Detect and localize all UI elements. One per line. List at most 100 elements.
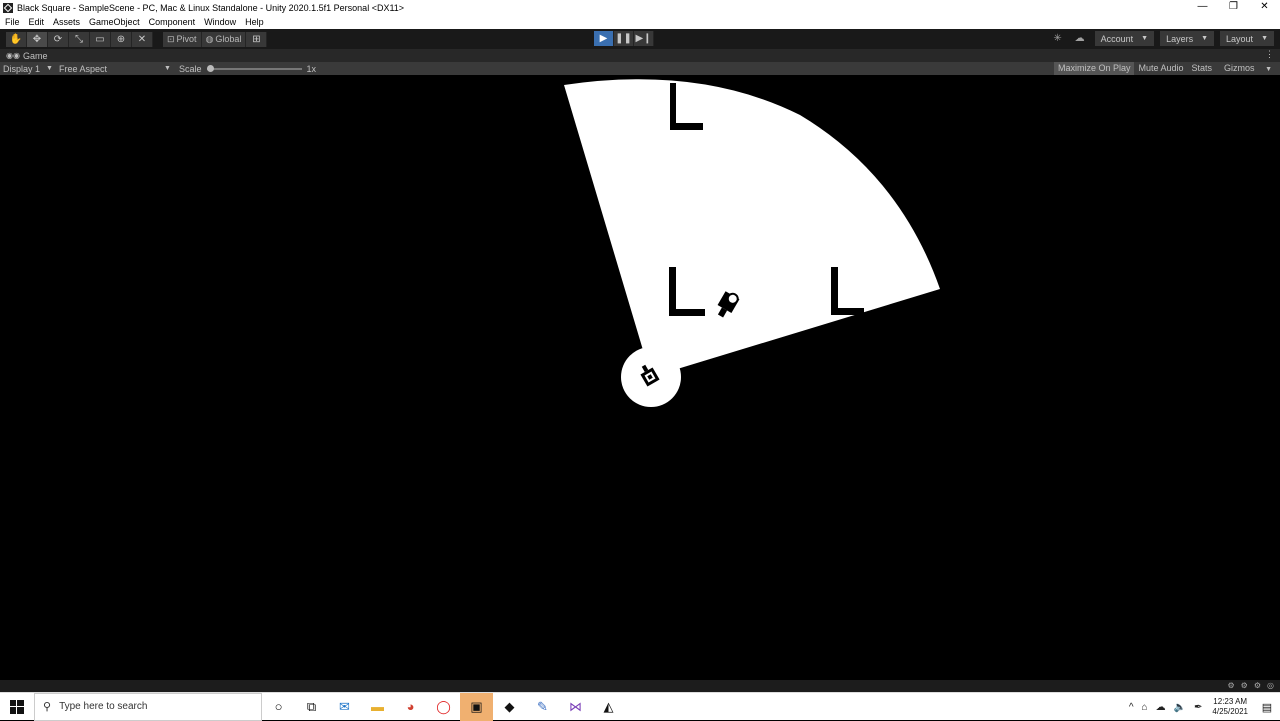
global-toggle[interactable]: ◍ Global [201, 31, 247, 47]
scale-slider-knob[interactable] [207, 64, 215, 72]
layout-label: Layout [1226, 33, 1254, 44]
stats-toggle[interactable]: Stats [1188, 62, 1217, 75]
restore-button[interactable]: ❐ [1218, 0, 1249, 15]
rect-tool-icon[interactable]: ▭ [90, 31, 111, 47]
caret-down-icon: ▼ [1261, 35, 1268, 42]
mail-icon[interactable]: ✉ [328, 693, 361, 721]
rotate-tool-icon[interactable]: ⟳ [48, 31, 69, 47]
layers-label: Layers [1166, 33, 1194, 44]
display-label: Display 1 [3, 63, 41, 74]
caret-down-icon: ▼ [1265, 66, 1272, 73]
code-editor-icon[interactable]: ✎ [526, 693, 559, 721]
gizmos-dropdown[interactable]: Gizmos ▼ [1216, 62, 1280, 75]
taskbar-search[interactable]: ⚲ Type here to search [34, 692, 262, 721]
clock-date: 4/25/2021 [1212, 707, 1248, 716]
move-tool-icon[interactable]: ✥ [27, 31, 48, 47]
cortana-icon[interactable]: ○ [262, 693, 295, 721]
pivot-label: Pivot [176, 34, 197, 44]
clock-time: 12:23 AM [1213, 697, 1248, 706]
pivot-icon: ⊡ [167, 33, 175, 44]
window-titlebar: Black Square - SampleScene - PC, Mac & L… [0, 0, 1280, 15]
tab-game-label: Game [22, 50, 48, 61]
game-view-controls: Display 1 ▼ Free Aspect ▼ Scale 1x Maxim… [0, 62, 1280, 75]
console-icon[interactable]: ⚙ [1228, 681, 1235, 690]
task-view-icon[interactable]: ⧉ [295, 693, 328, 721]
game-app-icon[interactable]: ▣ [460, 692, 493, 721]
unity-icon[interactable]: ◭ [592, 693, 625, 721]
caret-down-icon: ▼ [1141, 35, 1149, 42]
play-icon[interactable]: ▶ [594, 31, 614, 46]
onedrive-icon[interactable]: ☁ [1156, 702, 1166, 713]
chrome-icon[interactable]: ◕ [394, 693, 427, 721]
display-dropdown[interactable]: Display 1 ▼ [3, 64, 53, 74]
scale-tool-icon[interactable]: ⤡ [69, 31, 90, 47]
vision-cone [564, 79, 940, 378]
menu-bar: File Edit Assets GameObject Component Wi… [0, 15, 1280, 29]
volume-icon[interactable]: 🔈 [1174, 702, 1186, 713]
notification-icon[interactable]: ▤ [1254, 693, 1280, 721]
gamepad-icon: ◉◉ [6, 51, 20, 60]
layout-dropdown[interactable]: Layout ▼ [1220, 31, 1274, 46]
windows-taskbar: ⚲ Type here to search ○ ⧉ ✉ ▬ ◕ ◯ ▣ ◆ ✎ … [0, 692, 1280, 721]
visual-studio-icon[interactable]: ⋈ [559, 693, 592, 721]
scale-value: 1x [306, 63, 316, 74]
custom-tool-icon[interactable]: ✕ [132, 31, 153, 47]
toolbar-right: ✳ ☁ Account ▼ Layers ▼ Layout ▼ [1045, 31, 1274, 46]
transform-tool-icon[interactable]: ⊕ [111, 31, 132, 47]
progress-icon[interactable]: ⚙ [1241, 681, 1248, 690]
system-tray: ^ ⌂ ☁ 🔈 ✒ 12:23 AM 4/25/2021 ▤ [1125, 693, 1280, 721]
menu-assets[interactable]: Assets [53, 17, 80, 27]
window-title: Black Square - SampleScene - PC, Mac & L… [17, 2, 405, 13]
layers-dropdown[interactable]: Layers ▼ [1160, 31, 1215, 46]
caret-down-icon: ▼ [164, 65, 171, 72]
menu-edit[interactable]: Edit [29, 17, 45, 27]
menu-window[interactable]: Window [204, 17, 236, 27]
tray-chevron-up-icon[interactable]: ^ [1129, 702, 1134, 713]
taskbar-clock[interactable]: 12:23 AM 4/25/2021 [1212, 697, 1248, 717]
network-icon[interactable]: ⌂ [1142, 702, 1148, 713]
account-dropdown[interactable]: Account ▼ [1094, 31, 1155, 46]
mute-audio-toggle[interactable]: Mute Audio [1134, 62, 1187, 75]
search-placeholder: Type here to search [59, 701, 148, 712]
scale-label: Scale [178, 63, 202, 74]
tab-game[interactable]: ◉◉ Game [0, 51, 47, 61]
menu-component[interactable]: Component [149, 17, 196, 27]
window-controls: — ❐ ✕ [1187, 0, 1280, 15]
cloud-icon[interactable]: ☁ [1071, 31, 1089, 46]
game-view-toggles: Maximize On Play Mute Audio Stats Gizmos… [1053, 62, 1280, 75]
status-icons: ⚙ ⚙ ⚙ ◎ [1222, 681, 1275, 690]
more-options-icon[interactable]: ⋮ [1265, 49, 1274, 60]
step-icon[interactable]: ▶❙ [634, 31, 654, 46]
unity-hub-icon[interactable]: ◆ [493, 693, 526, 721]
editor-status-bar: ⚙ ⚙ ⚙ ◎ [0, 680, 1280, 692]
caret-down-icon: ▼ [46, 65, 53, 72]
collab-icon[interactable]: ✳ [1049, 31, 1067, 46]
scale-slider[interactable] [207, 64, 303, 72]
caret-down-icon: ▼ [1201, 35, 1209, 42]
status-circle-icon[interactable]: ◎ [1267, 681, 1274, 690]
search-icon: ⚲ [43, 701, 52, 713]
opera-icon[interactable]: ◯ [427, 693, 460, 721]
game-scene [564, 79, 940, 407]
start-button[interactable] [0, 693, 34, 721]
global-label: Global [215, 34, 242, 44]
menu-help[interactable]: Help [245, 17, 264, 27]
menu-gameobject[interactable]: GameObject [89, 17, 140, 27]
maximize-on-play-toggle[interactable]: Maximize On Play [1053, 62, 1135, 75]
lighting-icon[interactable]: ⚙ [1254, 681, 1261, 690]
windows-logo-icon [10, 699, 24, 714]
unity-app-icon [3, 2, 13, 13]
menu-file[interactable]: File [5, 17, 20, 27]
aspect-label: Free Aspect [58, 63, 107, 74]
file-explorer-icon[interactable]: ▬ [361, 693, 394, 721]
minimize-button[interactable]: — [1187, 0, 1218, 15]
game-viewport[interactable] [0, 75, 1280, 680]
pause-icon[interactable]: ❚❚ [614, 31, 634, 46]
close-button[interactable]: ✕ [1249, 0, 1280, 15]
aspect-dropdown[interactable]: Free Aspect ▼ [59, 64, 171, 74]
pen-icon[interactable]: ✒ [1194, 702, 1202, 713]
pivot-toggle[interactable]: ⊡ Pivot [163, 31, 202, 47]
hand-tool-icon[interactable]: ✋ [6, 31, 27, 47]
grid-snap-icon[interactable]: ⊞ [246, 31, 268, 47]
pivot-global-group: ⊡ Pivot ◍ Global ⊞ [163, 31, 268, 47]
